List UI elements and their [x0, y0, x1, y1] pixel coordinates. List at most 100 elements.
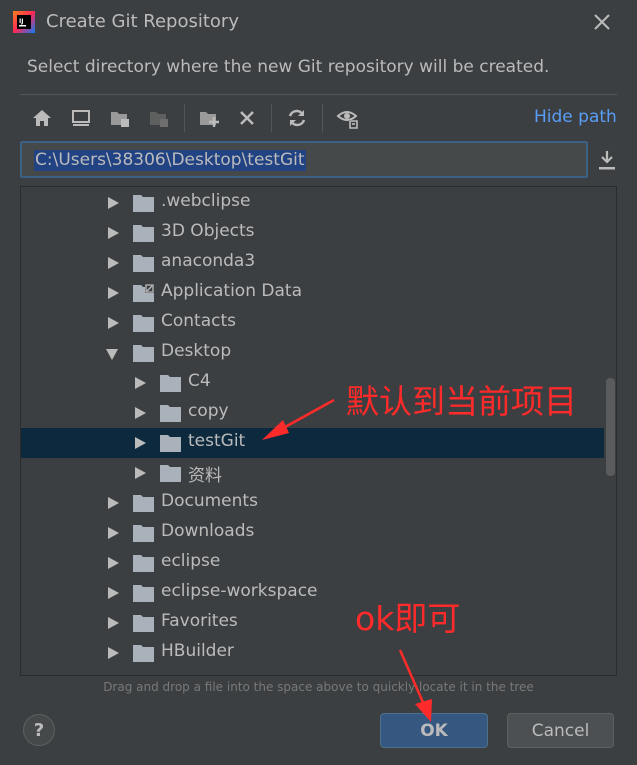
- tree-item[interactable]: .webclipse: [21, 188, 604, 218]
- ok-button[interactable]: OK: [380, 713, 488, 748]
- tree-item[interactable]: Favorites: [21, 608, 604, 638]
- tree-item-label: Desktop: [161, 341, 232, 361]
- tree-item[interactable]: 3D Objects: [21, 218, 604, 248]
- desktop-icon: [72, 110, 90, 126]
- expand-arrow-icon[interactable]: [108, 527, 119, 539]
- tree-item-label: .webclipse: [161, 191, 251, 211]
- tree-item[interactable]: Documents: [21, 488, 604, 518]
- delete-button[interactable]: [233, 104, 261, 132]
- expand-arrow-icon[interactable]: [135, 467, 146, 479]
- annotation-default-project: 默认到当前项目: [346, 382, 577, 421]
- refresh-icon: [288, 109, 306, 127]
- tree-item[interactable]: HBuilder: [21, 638, 604, 668]
- folder-icon: [133, 555, 154, 572]
- path-input-value: C:\Users\38306\Desktop\testGit: [34, 150, 306, 171]
- refresh-button[interactable]: [283, 104, 311, 132]
- tree-item-label: anaconda3: [161, 251, 256, 271]
- download-icon[interactable]: [596, 148, 618, 172]
- folder-link-icon: [133, 284, 154, 302]
- expand-arrow-icon[interactable]: [108, 587, 119, 599]
- expand-arrow-icon[interactable]: [108, 497, 119, 509]
- tree-item-label: eclipse: [161, 551, 221, 571]
- expand-arrow-icon[interactable]: [108, 557, 119, 569]
- directory-tree[interactable]: .webclipse 3D Objects anaconda3 Applicat…: [20, 186, 617, 676]
- toolbar-separator: [271, 104, 272, 132]
- tree-item[interactable]: Downloads: [21, 518, 604, 548]
- tree-item-label: Downloads: [161, 521, 255, 541]
- show-hidden-button[interactable]: [334, 104, 362, 132]
- folder-icon: [133, 495, 154, 512]
- folder-icon: [133, 195, 154, 212]
- tree-item-label: 3D Objects: [161, 221, 255, 241]
- tree-scrollbar[interactable]: [606, 378, 615, 476]
- tree-item[interactable]: eclipse: [21, 548, 604, 578]
- show-hidden-icon: [336, 111, 358, 129]
- toolbar-separator: [184, 104, 185, 132]
- toolbar-separator: [322, 104, 323, 132]
- module-button[interactable]: [145, 104, 173, 132]
- collapse-arrow-icon[interactable]: [106, 349, 118, 360]
- drag-drop-hint: Drag and drop a file into the space abov…: [103, 680, 534, 694]
- tree-item-label: C4: [188, 371, 211, 391]
- help-button[interactable]: ?: [23, 714, 55, 746]
- annotation-ok: ok即可: [355, 599, 461, 638]
- expand-arrow-icon[interactable]: [108, 197, 119, 209]
- tree-item[interactable]: Desktop: [21, 338, 604, 368]
- expand-arrow-icon[interactable]: [108, 317, 119, 329]
- window-title: Create Git Repository: [46, 11, 239, 32]
- tree-item-label: eclipse-workspace: [161, 581, 318, 601]
- divider: [20, 94, 617, 95]
- tree-item-label: Contacts: [161, 311, 236, 331]
- close-icon[interactable]: [589, 9, 615, 35]
- tree-item-label: testGit: [188, 431, 246, 451]
- expand-arrow-icon[interactable]: [108, 227, 119, 239]
- project-button[interactable]: [106, 104, 134, 132]
- tree-item-label: Favorites: [161, 611, 238, 631]
- tree-item[interactable]: Contacts: [21, 308, 604, 338]
- tree-item-label: Documents: [161, 491, 258, 511]
- folder-icon: [133, 615, 154, 632]
- title-bar: IJ Create Git Repository: [0, 0, 637, 44]
- desktop-button[interactable]: [67, 104, 95, 132]
- folder-icon: [133, 525, 154, 542]
- folder-icon: [133, 315, 154, 332]
- expand-arrow-icon[interactable]: [108, 647, 119, 659]
- expand-arrow-icon[interactable]: [135, 377, 146, 389]
- folder-icon: [133, 255, 154, 272]
- tree-item[interactable]: anaconda3: [21, 248, 604, 278]
- tree-item-label: 资料: [188, 466, 222, 486]
- folder-icon: [133, 585, 154, 602]
- project-folder-icon: [111, 112, 129, 127]
- tree-item[interactable]: eclipse-workspace: [21, 578, 604, 608]
- expand-arrow-icon[interactable]: [135, 407, 146, 419]
- path-input[interactable]: C:\Users\38306\Desktop\testGit: [20, 141, 588, 178]
- cancel-button[interactable]: Cancel: [507, 713, 614, 748]
- home-icon: [33, 110, 51, 126]
- intellij-logo-icon: IJ: [13, 11, 35, 33]
- tree-item-label: HBuilder: [161, 641, 234, 661]
- folder-icon: [133, 645, 154, 662]
- tree-item[interactable]: Application Data: [21, 278, 604, 308]
- expand-arrow-icon[interactable]: [108, 257, 119, 269]
- dialog-description: Select directory where the new Git repos…: [27, 57, 550, 77]
- svg-text:IJ: IJ: [19, 18, 23, 25]
- home-button[interactable]: [28, 104, 56, 132]
- folder-icon: [160, 435, 181, 452]
- folder-icon: [133, 225, 154, 242]
- new-folder-icon: [200, 112, 219, 127]
- delete-icon: [240, 111, 254, 125]
- folder-icon: [160, 405, 181, 422]
- folder-icon: [160, 375, 181, 392]
- expand-arrow-icon[interactable]: [108, 617, 119, 629]
- hide-path-link[interactable]: Hide path: [534, 107, 617, 127]
- folder-icon: [160, 465, 181, 482]
- tree-item-label: Application Data: [161, 281, 302, 301]
- tree-item[interactable]: 资料: [21, 458, 604, 488]
- tree-item-selected[interactable]: testGit: [21, 428, 604, 458]
- folder-icon: [133, 345, 154, 362]
- expand-arrow-icon[interactable]: [135, 437, 146, 449]
- tree-item-label: copy: [188, 401, 229, 421]
- module-folder-icon: [150, 112, 168, 127]
- new-folder-button[interactable]: [195, 104, 223, 132]
- expand-arrow-icon[interactable]: [108, 287, 119, 299]
